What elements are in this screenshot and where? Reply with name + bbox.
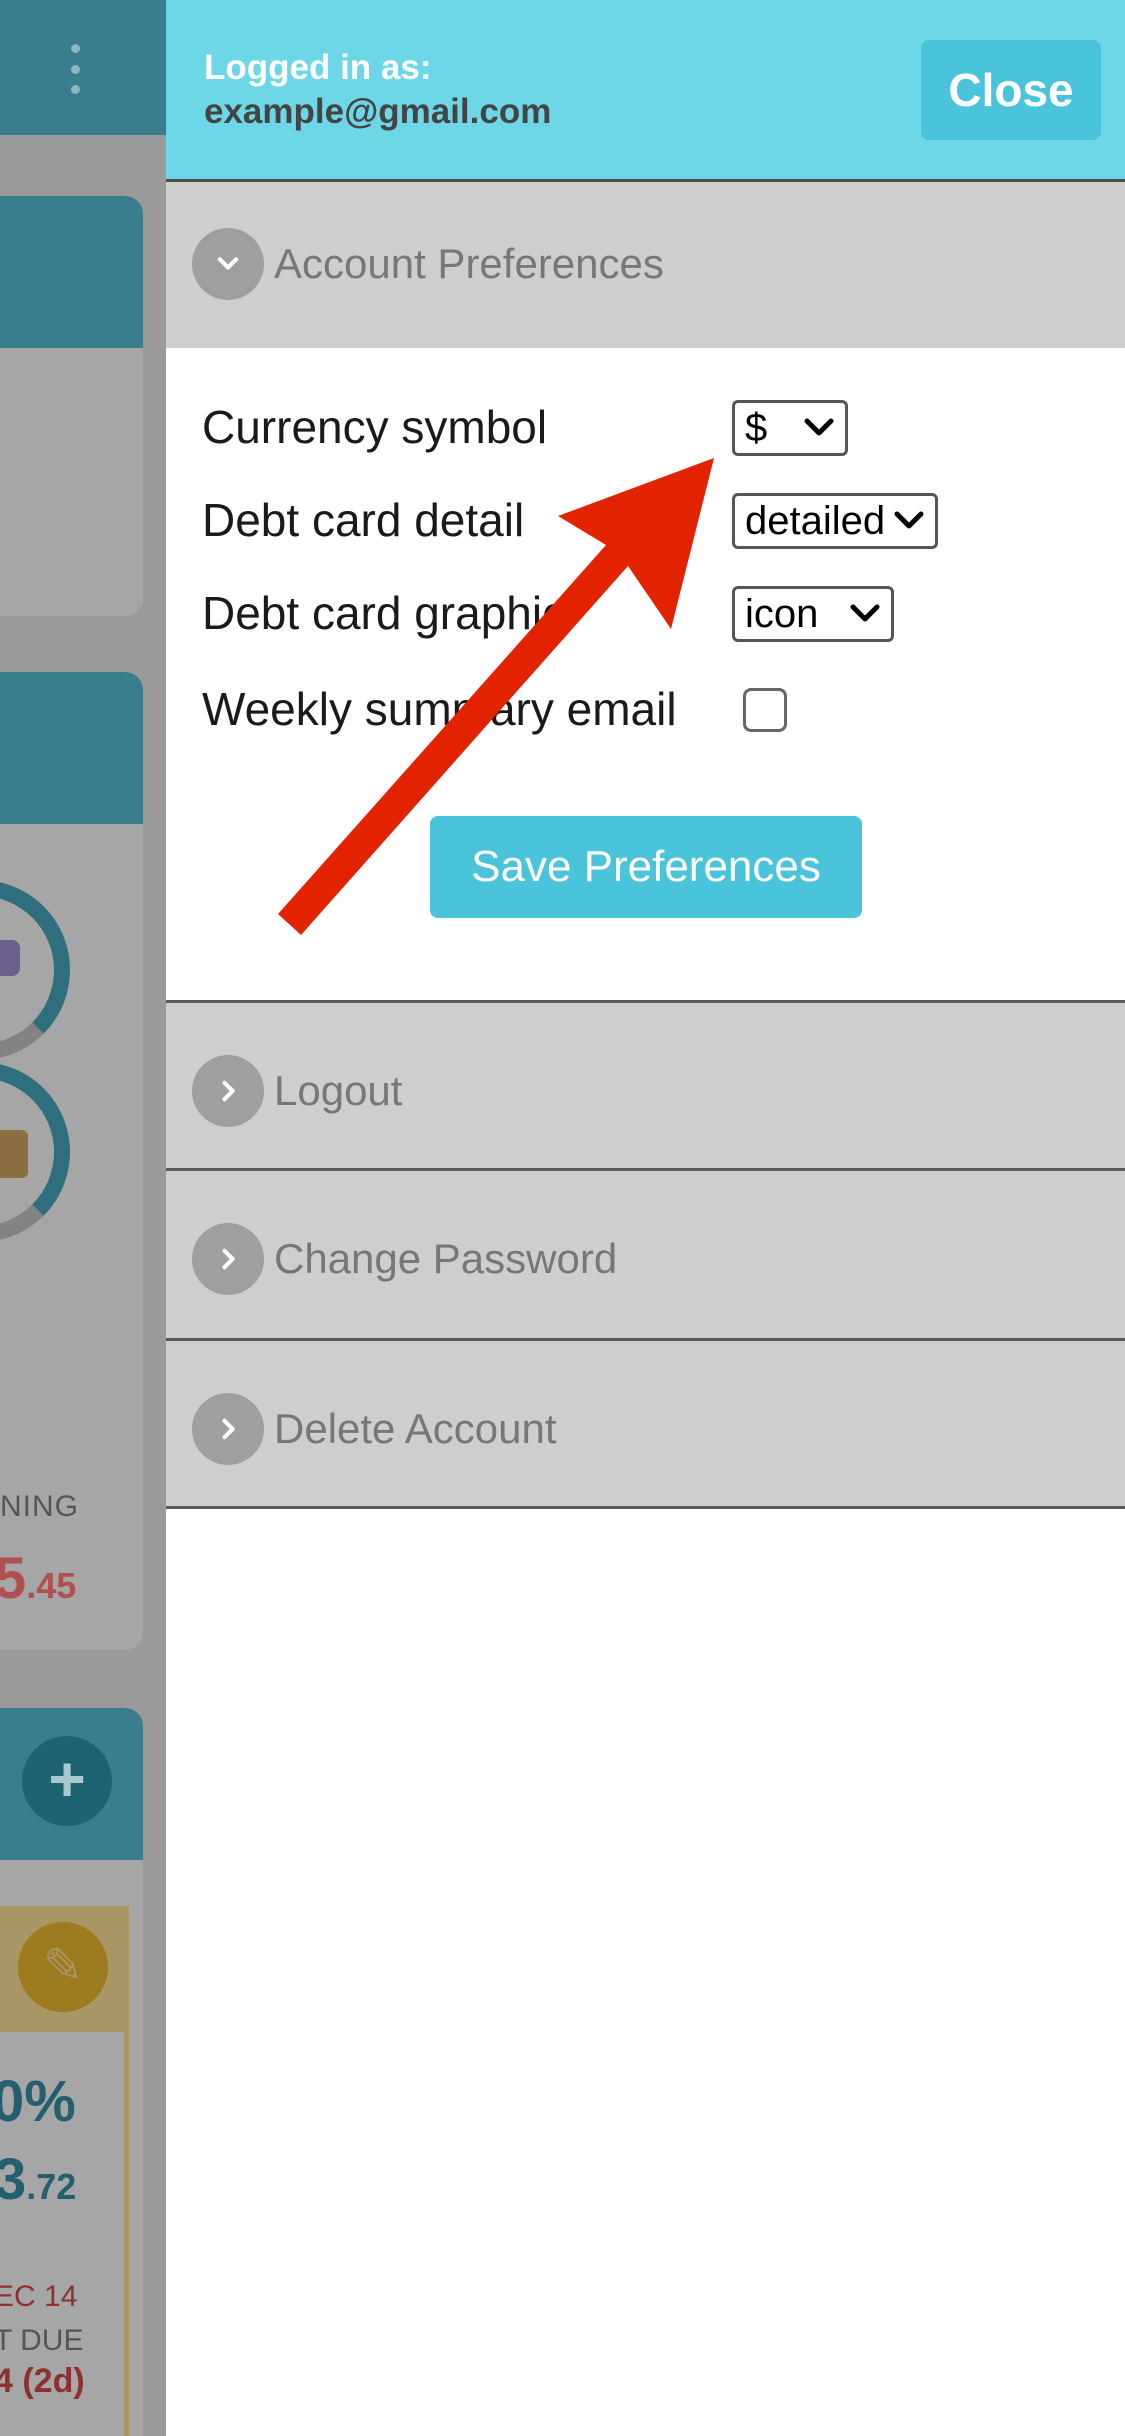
select-value: $ <box>745 405 768 450</box>
kebab-menu-icon <box>65 44 85 94</box>
preferences-form: Currency symbol $ Debt card detail detai… <box>166 348 1125 1003</box>
debt-card-border <box>124 1906 129 2436</box>
currency-symbol-label: Currency symbol <box>202 401 548 453</box>
logged-in-label: Logged in as: <box>204 48 432 87</box>
section-title: Delete Account <box>274 1405 557 1452</box>
section-logout[interactable]: Logout <box>166 1003 1125 1171</box>
credit-card-icon <box>0 1130 28 1178</box>
due-label: T DUE <box>0 2324 84 2357</box>
background-top-bar <box>0 0 166 135</box>
car-icon <box>0 940 20 976</box>
debt-card-graphic-select[interactable]: icon <box>732 586 894 642</box>
section-account-preferences[interactable]: Account Preferences <box>166 182 1125 348</box>
section-change-password[interactable]: Change Password <box>166 1171 1125 1341</box>
currency-symbol-select[interactable]: $ <box>732 400 848 456</box>
remaining-amount: 5.45 <box>0 1546 77 1611</box>
debt-card-detail-label: Debt card detail <box>202 494 525 546</box>
weekly-summary-email-checkbox[interactable] <box>743 688 787 732</box>
select-value: icon <box>745 591 819 636</box>
close-button[interactable]: Close <box>921 40 1101 140</box>
chevron-down-icon <box>894 511 924 529</box>
logged-in-email: example@gmail.com <box>204 92 552 131</box>
background-app: NING 5.45 + ✎ 0% 3.72 EC 14 T DUE 4 (2d) <box>0 0 166 2436</box>
add-icon: + <box>22 1736 112 1826</box>
chevron-right-icon <box>192 1055 264 1127</box>
chevron-right-icon <box>192 1393 264 1465</box>
section-title: Change Password <box>274 1235 618 1282</box>
weekly-summary-email-label: Weekly summary email <box>202 683 677 735</box>
debt-card-graphic-label: Debt card graphic <box>202 587 566 639</box>
chevron-down-icon <box>804 418 834 436</box>
pencil-icon: ✎ <box>18 1922 108 2012</box>
debt-amount: 3.72 <box>0 2147 77 2212</box>
save-preferences-button[interactable]: Save Preferences <box>430 816 862 918</box>
section-delete-account[interactable]: Delete Account <box>166 1341 1125 1509</box>
due-date: EC 14 <box>0 2280 78 2313</box>
section-title: Logout <box>274 1067 403 1114</box>
chevron-right-icon <box>192 1223 264 1295</box>
remaining-label: NING <box>0 1490 79 1523</box>
debt-percent: 0% <box>0 2069 76 2134</box>
panel-header: Logged in as: example@gmail.com Close <box>166 0 1125 182</box>
chevron-down-icon <box>850 604 880 622</box>
section-title: Account Preferences <box>274 240 664 287</box>
select-value: detailed <box>745 498 886 543</box>
chevron-down-icon <box>192 228 264 300</box>
debt-card-detail-select[interactable]: detailed <box>732 493 938 549</box>
settings-panel: Logged in as: example@gmail.com Close Ac… <box>166 0 1125 2436</box>
background-card <box>0 196 143 616</box>
days-remaining: 4 (2d) <box>0 2362 85 2400</box>
